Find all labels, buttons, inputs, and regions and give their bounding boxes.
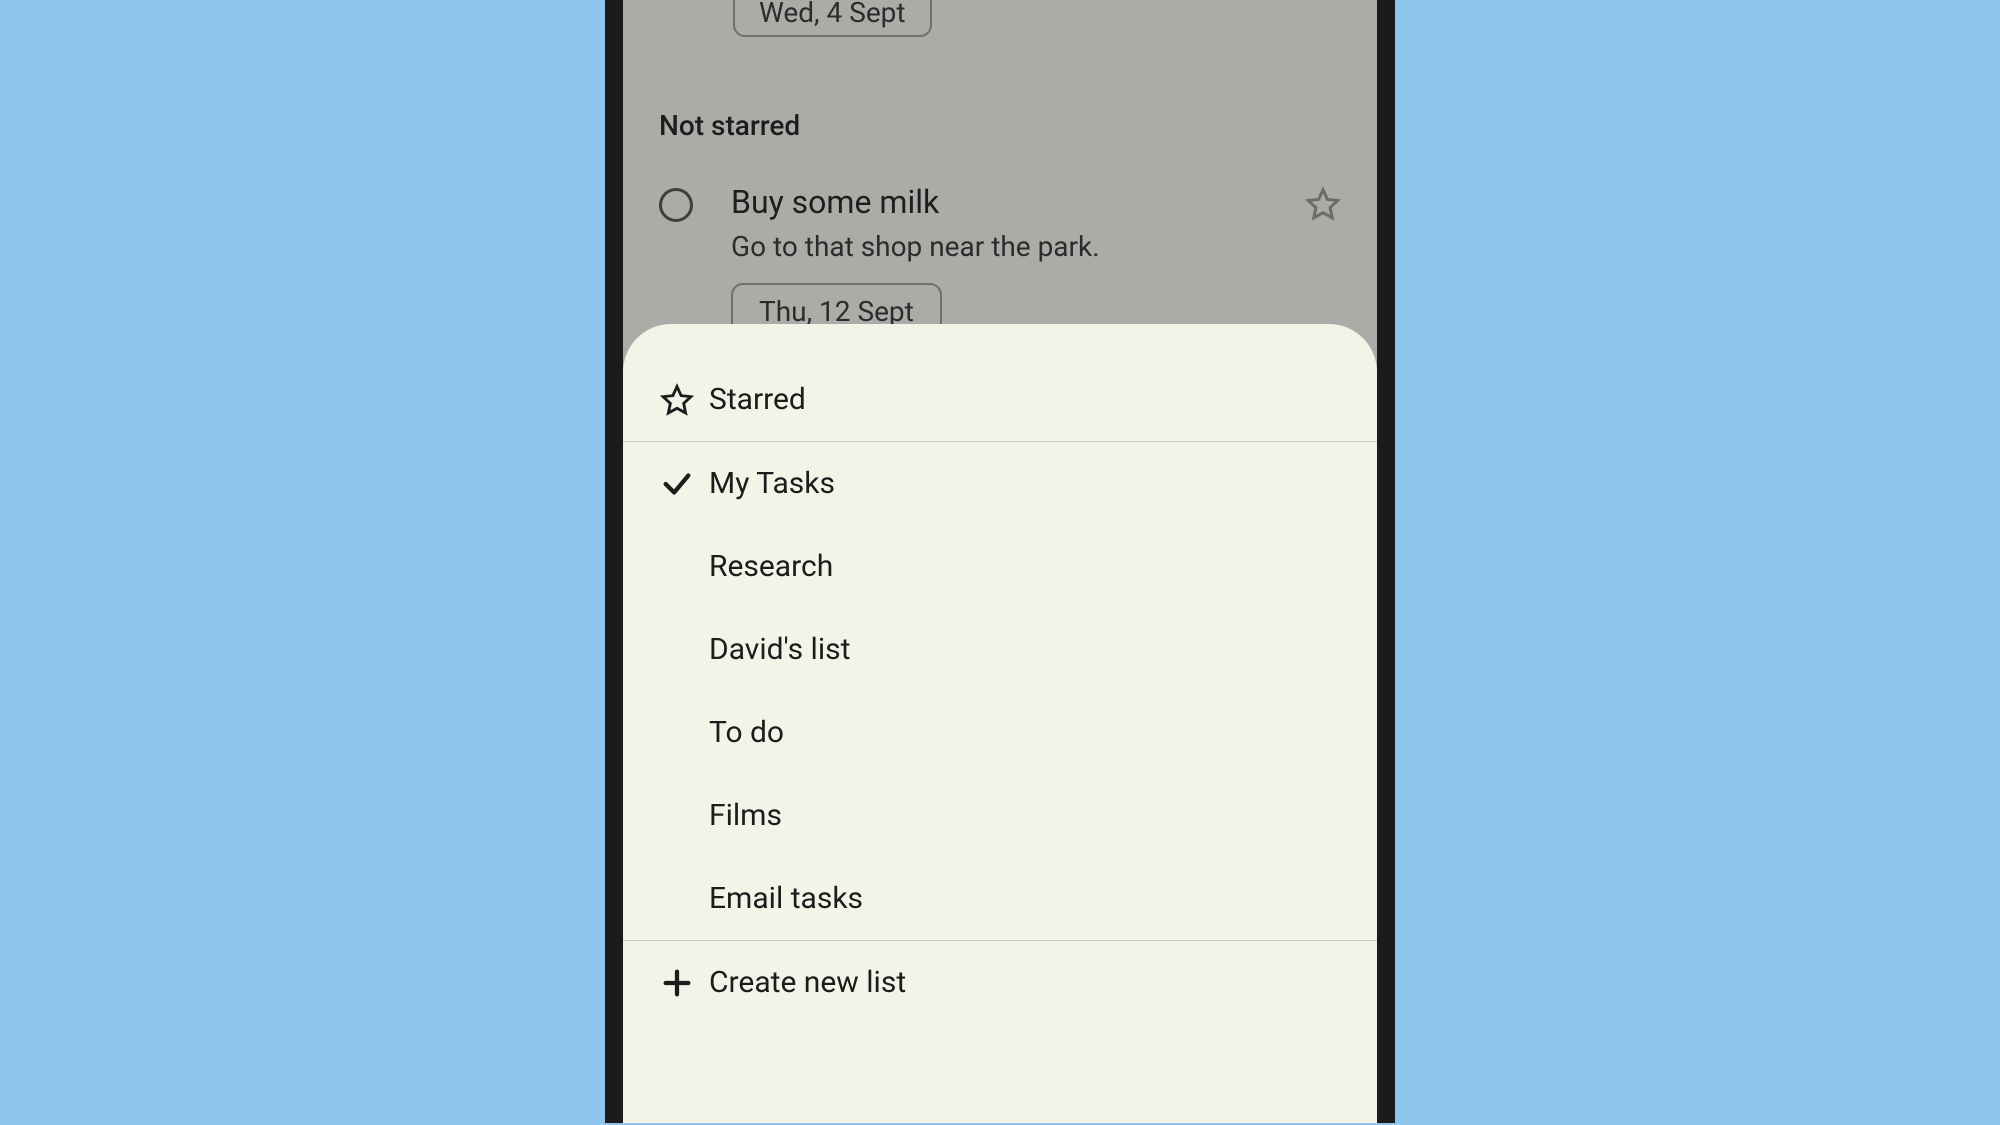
app-screen: Wed, 4 Sept Not starred Buy some milk Go… — [623, 0, 1377, 1123]
sheet-item-label: David's list — [709, 632, 850, 667]
sheet-item-list[interactable]: To do — [623, 691, 1377, 774]
device-frame: Wed, 4 Sept Not starred Buy some milk Go… — [605, 0, 1395, 1123]
sheet-item-list[interactable]: Research — [623, 525, 1377, 608]
sheet-item-label: To do — [709, 715, 784, 750]
star-icon — [651, 383, 703, 417]
sheet-item-label: Email tasks — [709, 881, 863, 916]
date-chip[interactable]: Wed, 4 Sept — [733, 0, 932, 37]
sheet-item-starred[interactable]: Starred — [623, 358, 1377, 441]
sheet-item-list[interactable]: Email tasks — [623, 857, 1377, 940]
sheet-item-label: Films — [709, 798, 782, 833]
sheet-item-list[interactable]: My Tasks — [623, 442, 1377, 525]
sheet-item-label: Create new list — [709, 965, 906, 1000]
section-header-not-starred: Not starred — [659, 109, 1341, 142]
task-complete-circle[interactable] — [659, 188, 693, 222]
sheet-item-list[interactable]: Films — [623, 774, 1377, 857]
task-row[interactable]: Buy some milk Go to that shop near the p… — [659, 182, 1341, 340]
list-picker-bottom-sheet: Starred My Tasks Research David's list To d… — [623, 324, 1377, 1123]
sheet-item-list[interactable]: David's list — [623, 608, 1377, 691]
task-text-block: Buy some milk Go to that shop near the p… — [731, 182, 1305, 340]
plus-icon — [651, 966, 703, 1000]
star-icon[interactable] — [1305, 186, 1341, 222]
sheet-item-label: My Tasks — [709, 466, 835, 501]
task-title: Buy some milk — [731, 182, 1305, 224]
sheet-item-label: Starred — [709, 382, 806, 417]
task-description: Go to that shop near the park. — [731, 230, 1305, 263]
sheet-item-label: Research — [709, 549, 833, 584]
background-task-list: Wed, 4 Sept Not starred Buy some milk Go… — [623, 0, 1377, 340]
check-icon — [651, 467, 703, 501]
sheet-item-create-list[interactable]: Create new list — [623, 941, 1377, 1024]
